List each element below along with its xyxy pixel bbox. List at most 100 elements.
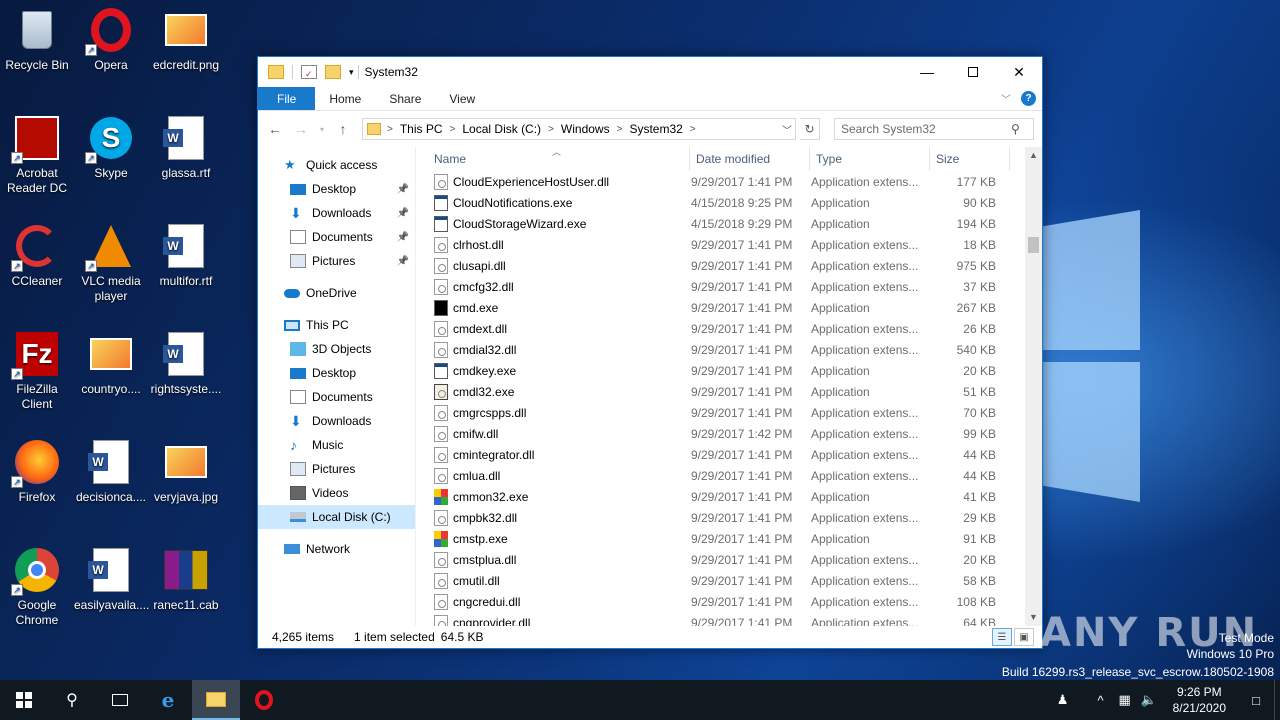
table-row[interactable]: CloudNotifications.exe 4/15/2018 9:25 PM A… <box>428 192 1042 213</box>
table-row[interactable]: cmdial32.dll 9/29/2017 1:41 PM Application… <box>428 339 1042 360</box>
desktop-icon[interactable]: countryo.... <box>74 330 148 397</box>
close-button[interactable]: ✕ <box>996 57 1042 87</box>
search-taskbar-button[interactable]: ⚲ <box>48 680 96 720</box>
volume-icon[interactable]: 🔈 <box>1137 692 1161 708</box>
network-status-icon[interactable]: ▦ <box>1113 692 1137 708</box>
navigation-pane[interactable]: ★ Quick access Desktop 📌 ⬇ Downloads 📌 Docume… <box>258 147 416 626</box>
nav-item-documents[interactable]: Documents <box>258 385 415 409</box>
table-row[interactable]: cmdext.dll 9/29/2017 1:41 PM Application e… <box>428 318 1042 339</box>
minimize-button[interactable]: — <box>904 57 950 87</box>
file-name-cell[interactable]: cngprovider.dll <box>428 614 684 626</box>
table-row[interactable]: cmintegrator.dll 9/29/2017 1:41 PM Applica… <box>428 444 1042 465</box>
start-button[interactable] <box>0 680 48 720</box>
action-center-icon[interactable]: □ <box>1238 693 1274 708</box>
search-input[interactable] <box>841 122 1011 136</box>
address-dropdown-icon[interactable]: ﹀ <box>779 122 795 137</box>
table-row[interactable]: clusapi.dll 9/29/2017 1:41 PM Application … <box>428 255 1042 276</box>
nav-item-pictures[interactable]: Pictures 📌 <box>258 249 415 273</box>
desktop-icon[interactable]: ranec11.cab <box>149 546 223 613</box>
file-name-cell[interactable]: cmdl32.exe <box>428 383 684 400</box>
file-name-cell[interactable]: clrhost.dll <box>428 236 684 253</box>
table-row[interactable]: cmpbk32.dll 9/29/2017 1:41 PM Application … <box>428 507 1042 528</box>
table-row[interactable]: cmd.exe 9/29/2017 1:41 PM Application 267 K… <box>428 297 1042 318</box>
refresh-icon[interactable]: ↻ <box>800 118 820 140</box>
table-row[interactable]: CloudStorageWizard.exe 4/15/2018 9:29 PM A… <box>428 213 1042 234</box>
up-arrow-icon[interactable]: ↑ <box>332 118 354 140</box>
nav-item-desktop[interactable]: Desktop 📌 <box>258 177 415 201</box>
file-name-cell[interactable]: cmstplua.dll <box>428 551 684 568</box>
vertical-scrollbar[interactable]: ▲ ▼ <box>1025 147 1042 626</box>
pin-icon[interactable]: 📌 <box>397 232 409 243</box>
file-name-cell[interactable]: cmintegrator.dll <box>428 446 684 463</box>
table-row[interactable]: cngcredui.dll 9/29/2017 1:41 PM Applicatio… <box>428 591 1042 612</box>
desktop-icon[interactable]: ↗ Acrobat Reader DC <box>0 114 74 196</box>
show-hidden-icons-icon[interactable]: ^ <box>1089 693 1113 708</box>
desktop-icon[interactable]: veryjava.jpg <box>149 438 223 505</box>
nav-item-local-disk-c[interactable]: Local Disk (C:) <box>258 505 415 529</box>
file-name-cell[interactable]: cmlua.dll <box>428 467 684 484</box>
desktop-icon[interactable]: Wdecisionca.... <box>74 438 148 505</box>
desktop-icon[interactable]: ↗ Opera <box>74 6 148 73</box>
column-date-modified[interactable]: Date modified <box>690 147 810 171</box>
table-row[interactable]: cngprovider.dll 9/29/2017 1:41 PM Applicat… <box>428 612 1042 626</box>
table-row[interactable]: cmdl32.exe 9/29/2017 1:41 PM Application 51… <box>428 381 1042 402</box>
column-size[interactable]: Size <box>930 147 1010 171</box>
forward-arrow-icon[interactable]: → <box>290 118 312 140</box>
desktop-icon[interactable]: Weasilyavaila.... <box>74 546 149 613</box>
nav-onedrive[interactable]: OneDrive <box>258 281 415 305</box>
desktop-icon[interactable]: Fz ↗ FileZilla Client <box>0 330 74 412</box>
back-arrow-icon[interactable]: ← <box>264 118 286 140</box>
desktop-icon[interactable]: S ↗ Skype <box>74 114 148 181</box>
title-bar[interactable]: ✓ ▾ System32 — ✕ <box>258 57 1042 87</box>
file-explorer-taskbar-button[interactable] <box>192 680 240 720</box>
opera-taskbar-button[interactable] <box>240 680 288 720</box>
file-name-cell[interactable]: cmdkey.exe <box>428 362 684 379</box>
desktop-icon[interactable]: edcredit.png <box>149 6 223 73</box>
tab-home[interactable]: Home <box>315 87 375 110</box>
desktop-icon[interactable]: Wmultifor.rtf <box>149 222 223 289</box>
nav-item-pictures[interactable]: Pictures <box>258 457 415 481</box>
table-row[interactable]: cmmon32.exe 9/29/2017 1:41 PM Application 4… <box>428 486 1042 507</box>
nav-item-videos[interactable]: Videos <box>258 481 415 505</box>
breadcrumb-local-disk[interactable]: Local Disk (C:) <box>457 122 546 136</box>
column-type[interactable]: Type <box>810 147 930 171</box>
file-name-cell[interactable]: CloudStorageWizard.exe <box>428 215 684 232</box>
people-icon[interactable]: ♟ <box>1051 692 1075 708</box>
file-list[interactable]: ︿ Name Date modified Type Size CloudExpe… <box>416 147 1042 626</box>
nav-this-pc[interactable]: This PC <box>258 313 415 337</box>
nav-item-downloads[interactable]: ⬇ Downloads 📌 <box>258 201 415 225</box>
search-box[interactable]: ⚲ <box>834 118 1034 140</box>
tab-share[interactable]: Share <box>375 87 435 110</box>
file-name-cell[interactable]: cmcfg32.dll <box>428 278 684 295</box>
desktop-icon[interactable]: ↗ Firefox <box>0 438 74 505</box>
nav-item-downloads[interactable]: ⬇ Downloads <box>258 409 415 433</box>
search-icon[interactable]: ⚲ <box>1011 122 1020 136</box>
table-row[interactable]: cmutil.dll 9/29/2017 1:41 PM Application e… <box>428 570 1042 591</box>
file-name-cell[interactable]: cmifw.dll <box>428 425 684 442</box>
file-name-cell[interactable]: cmd.exe <box>428 299 684 316</box>
help-icon[interactable]: ? <box>1021 91 1036 106</box>
desktop-icon[interactable]: Wrightssyste.... <box>149 330 223 397</box>
desktop-icon[interactable]: ↗ CCleaner <box>0 222 74 289</box>
desktop-icon[interactable]: Recycle Bin <box>0 6 74 73</box>
file-name-cell[interactable]: cmmon32.exe <box>428 488 684 505</box>
table-row[interactable]: clrhost.dll 9/29/2017 1:41 PM Application … <box>428 234 1042 255</box>
file-name-cell[interactable]: cngcredui.dll <box>428 593 684 610</box>
clock[interactable]: 9:26 PM 8/21/2020 <box>1161 684 1238 716</box>
desktop-icon[interactable]: ↗ Google Chrome <box>0 546 74 628</box>
table-row[interactable]: cmstp.exe 9/29/2017 1:41 PM Application 91 … <box>428 528 1042 549</box>
file-name-cell[interactable]: cmgrcspps.dll <box>428 404 684 421</box>
address-bar[interactable]: > This PC > Local Disk (C:) > Windows > … <box>362 118 796 140</box>
expand-ribbon-icon[interactable]: ﹀ <box>1001 91 1011 106</box>
file-name-cell[interactable]: CloudNotifications.exe <box>428 194 684 211</box>
file-name-cell[interactable]: cmdext.dll <box>428 320 684 337</box>
table-row[interactable]: cmifw.dll 9/29/2017 1:42 PM Application ex… <box>428 423 1042 444</box>
pin-icon[interactable]: 📌 <box>397 256 409 267</box>
desktop-icon[interactable]: ↗ VLC media player <box>74 222 148 304</box>
properties-icon[interactable]: ✓ <box>301 65 317 79</box>
nav-item-3d-objects[interactable]: 3D Objects <box>258 337 415 361</box>
nav-item-desktop[interactable]: Desktop <box>258 361 415 385</box>
pin-icon[interactable]: 📌 <box>397 208 409 219</box>
scrollbar-thumb[interactable] <box>1028 237 1039 253</box>
file-name-cell[interactable]: cmstp.exe <box>428 530 684 547</box>
